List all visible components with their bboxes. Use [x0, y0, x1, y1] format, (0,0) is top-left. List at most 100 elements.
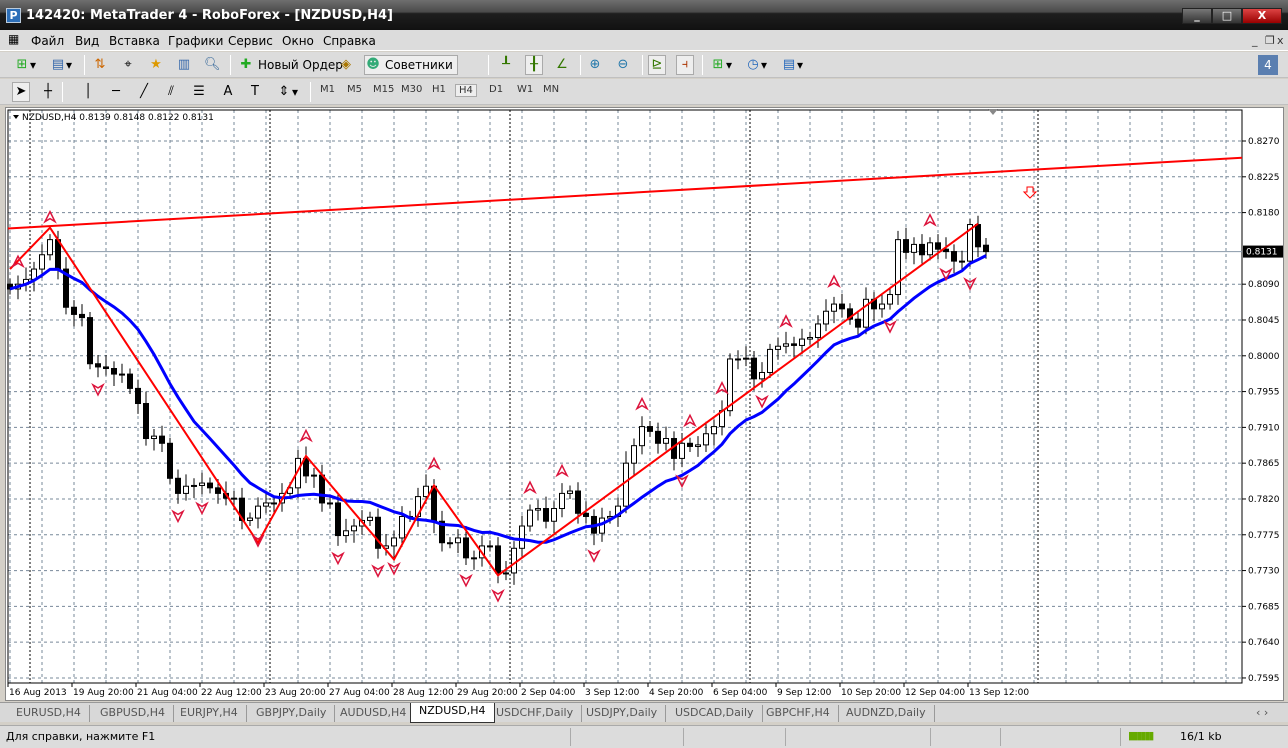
menu-charts[interactable]: Графики	[168, 34, 223, 48]
menu-insert[interactable]: Вставка	[109, 34, 160, 48]
chart-tab[interactable]: GBPJPY,Daily	[248, 705, 336, 722]
arrows-tool[interactable]: ⇕ ▾	[276, 82, 298, 102]
candle-body	[183, 485, 189, 494]
horizontal-line-tool[interactable]: ─	[108, 82, 124, 102]
crosshair-tool[interactable]: ┼	[40, 82, 56, 102]
chart-tab[interactable]: EURUSD,H4	[8, 705, 90, 722]
new-chart-button[interactable]: ⊞ ▾	[14, 55, 36, 75]
cursor-tool[interactable]: ➤	[12, 82, 30, 102]
equidistant-channel-tool[interactable]: ⫽	[163, 82, 179, 102]
profiles-button[interactable]: ▤ ▾	[50, 55, 72, 75]
text-tool[interactable]: A	[220, 82, 236, 102]
candle-body	[807, 336, 813, 340]
menu-file[interactable]: Файл	[31, 34, 64, 48]
chart-tab[interactable]: USDJPY,Daily	[578, 705, 667, 722]
candle-body	[735, 358, 741, 361]
candle-body	[519, 525, 525, 549]
new-chart-icon: ⊞	[16, 57, 28, 72]
mdi-minimize-button[interactable]: _	[1252, 34, 1258, 47]
tester-magnifier-icon: 🔍︎	[204, 57, 221, 72]
menu-view[interactable]: Вид	[75, 34, 99, 48]
candle	[135, 379, 141, 414]
chart-tab[interactable]: AUDUSD,H4	[332, 705, 416, 722]
vertical-line-tool[interactable]: │	[80, 82, 96, 102]
alert-button[interactable]: ◈	[338, 55, 354, 75]
menu-help[interactable]: Справка	[323, 34, 376, 48]
time-label: 23 Aug 20:00	[265, 688, 326, 698]
candle-body	[127, 373, 133, 389]
indicators-button[interactable]: ⊞ ▾	[710, 55, 732, 75]
candle	[119, 363, 125, 383]
candle	[823, 299, 829, 332]
navigator-button[interactable]: ★	[148, 55, 164, 75]
line-chart-button[interactable]: ∠	[554, 55, 570, 75]
chart-tab[interactable]: AUDNZD,Daily	[838, 705, 935, 722]
minimize-button[interactable]: _	[1182, 8, 1212, 24]
status-help-text: Для справки, нажмите F1	[6, 730, 156, 743]
chart-tab[interactable]: NZDUSD,H4	[410, 703, 495, 723]
title-bar: P 142420: MetaTrader 4 - RoboForex - [NZ…	[0, 0, 1288, 30]
candle-body	[79, 313, 85, 319]
timeframe-m30[interactable]: M30	[401, 84, 422, 95]
candle-body	[319, 474, 325, 504]
chart-tab[interactable]: GBPCHF,H4	[758, 705, 839, 722]
templates-button[interactable]: ▤ ▾	[781, 55, 803, 75]
market-watch-icon: ⇅	[94, 57, 106, 72]
timeframe-m5[interactable]: M5	[347, 84, 362, 95]
tab-scroll-arrows[interactable]: ‹ ›	[1248, 705, 1276, 722]
zoom-in-button[interactable]: ⊕	[587, 55, 603, 75]
terminal-button[interactable]: ▥	[176, 55, 192, 75]
chart-tab[interactable]: EURJPY,H4	[172, 705, 247, 722]
data-window-button[interactable]: ⌖	[120, 55, 136, 75]
experts-label: Советники	[385, 58, 453, 72]
bar-chart-button[interactable]: ┸	[498, 55, 514, 75]
timeframe-h4[interactable]: H4	[455, 84, 477, 97]
menu-window[interactable]: Окно	[282, 34, 314, 48]
candle-body	[159, 435, 165, 444]
strategy-tester-button[interactable]: 🔍︎	[204, 55, 221, 75]
candlestick-button[interactable]: ╂	[525, 55, 543, 75]
timeframe-d1[interactable]: D1	[489, 84, 503, 95]
timeframe-mn[interactable]: MN	[543, 84, 559, 95]
zoom-out-button[interactable]: ⊖	[615, 55, 631, 75]
candle	[951, 244, 957, 274]
traffic-status: 16/1 kb	[1180, 730, 1222, 743]
mdi-close-button[interactable]: x	[1277, 34, 1284, 47]
time-label: 29 Aug 20:00	[457, 688, 518, 698]
close-button[interactable]: X	[1242, 8, 1282, 24]
fibonacci-tool[interactable]: ☰	[191, 82, 207, 102]
chart-tab[interactable]: GBPUSD,H4	[92, 705, 174, 722]
notifications-badge[interactable]: 4	[1258, 55, 1278, 75]
candle	[303, 446, 309, 484]
candle	[711, 419, 717, 446]
standard-toolbar: ⊞ ▾ ▤ ▾ ⇅ ⌖ ★ ▥ 🔍︎ ✚ Новый Ордер ◈ ☻ Советни…	[0, 52, 1288, 78]
auto-scroll-button[interactable]: ⊵	[648, 55, 666, 75]
fractal-up-icon	[523, 480, 537, 495]
menu-tools[interactable]: Сервис	[228, 34, 273, 48]
candle-body	[463, 537, 469, 559]
candle	[767, 343, 773, 379]
timeframe-w1[interactable]: W1	[517, 84, 533, 95]
timeframe-m15[interactable]: M15	[373, 84, 394, 95]
candle-body	[167, 442, 173, 479]
candle	[127, 368, 133, 394]
chart-tab[interactable]: USDCHF,Daily	[488, 705, 583, 722]
new-order-button[interactable]: ✚ Новый Ордер	[238, 55, 343, 75]
text-label-tool[interactable]: T	[247, 82, 263, 102]
experts-button[interactable]: ☻ Советники	[364, 55, 458, 75]
text-icon: A	[223, 84, 233, 99]
fibonacci-icon: ☰	[193, 84, 205, 99]
trendline-tool[interactable]: ╱	[136, 82, 152, 102]
timeframe-m1[interactable]: M1	[320, 84, 335, 95]
candle-body	[831, 303, 837, 312]
time-label: 6 Sep 04:00	[713, 688, 768, 698]
candle-body	[679, 442, 685, 459]
price-chart[interactable]: 0.8270 0.8225 0.8180 0.8090 0.8045 0.8000 0.79…	[0, 107, 1288, 702]
periods-button[interactable]: ◷ ▾	[745, 55, 767, 75]
mdi-restore-button[interactable]: ❐	[1265, 34, 1275, 47]
chart-tab[interactable]: USDCAD,Daily	[667, 705, 763, 722]
timeframe-h1[interactable]: H1	[432, 84, 446, 95]
maximize-button[interactable]: □	[1212, 8, 1242, 24]
market-watch-button[interactable]: ⇅	[92, 55, 108, 75]
chart-shift-button[interactable]: ⫞	[676, 55, 694, 75]
